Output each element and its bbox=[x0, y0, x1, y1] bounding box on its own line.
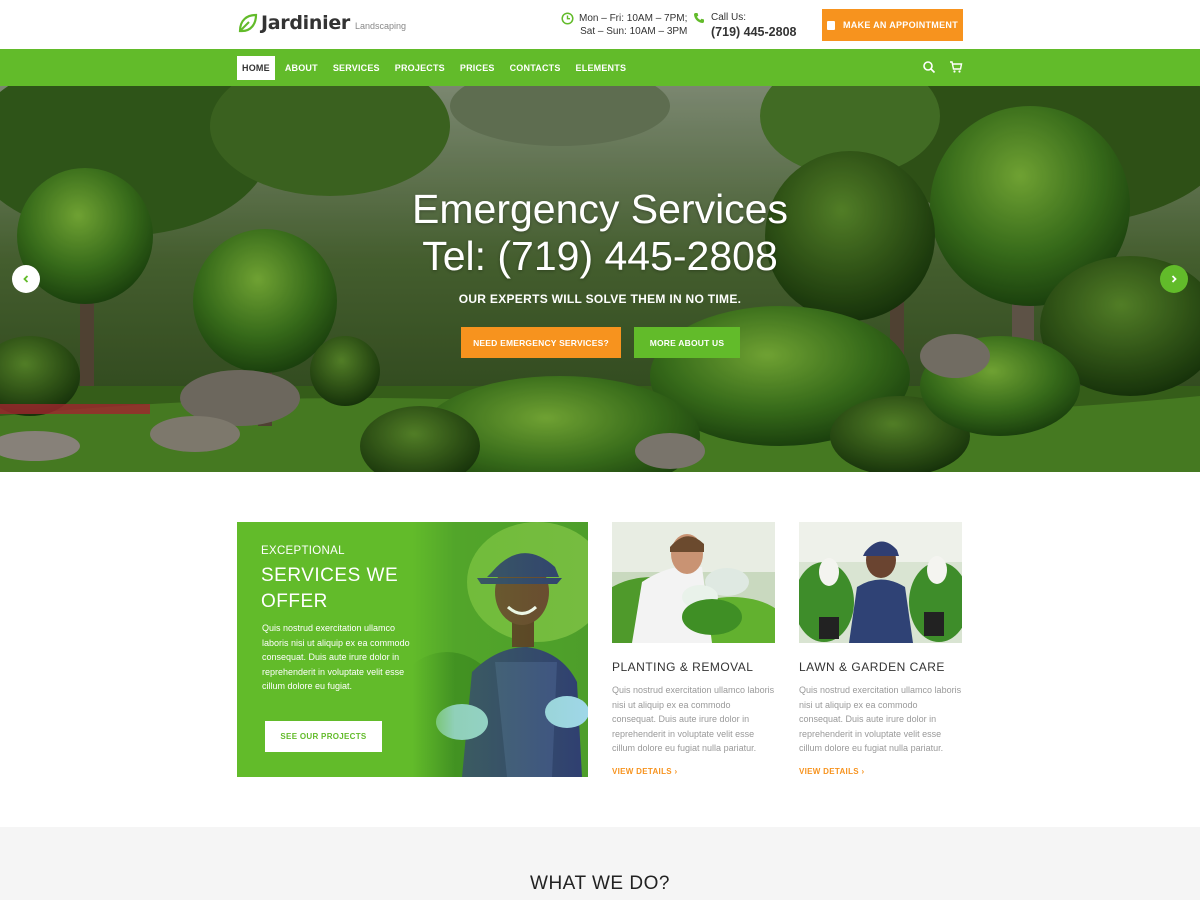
make-appointment-button[interactable]: MAKE AN APPOINTMENT bbox=[822, 9, 963, 41]
more-about-us-button[interactable]: MORE ABOUT US bbox=[634, 327, 740, 358]
top-header: Jardinier Landscaping Mon – Fri: 10AM – … bbox=[0, 0, 1200, 49]
logo-tagline: Landscaping bbox=[354, 21, 407, 31]
lawn-title: LAWN & GARDEN CARE bbox=[799, 660, 945, 674]
hero-title-line1: Emergency Services bbox=[412, 186, 788, 232]
hero-title: Emergency Services Tel: (719) 445-2808 bbox=[0, 186, 1200, 280]
promo-heading: SERVICES WE OFFER bbox=[261, 565, 399, 612]
lawn-description: Quis nostrud exercitation ullamco labori… bbox=[799, 685, 962, 753]
nav-item-contacts[interactable]: CONTACTS bbox=[505, 56, 566, 80]
nav-menu: HOME ABOUT SERVICES PROJECTS PRICES CONT… bbox=[237, 56, 636, 80]
hours-weekend: Sat – Sun: 10AM – 3PM bbox=[580, 26, 688, 37]
lawn-view-details-link[interactable]: VIEW DETAILS › bbox=[799, 767, 962, 776]
lawn-view-details-label: VIEW DETAILS bbox=[799, 766, 859, 776]
hero-slider: Emergency Services Tel: (719) 445-2808 O… bbox=[0, 86, 1200, 472]
what-we-do-section: WHAT WE DO? bbox=[0, 827, 1200, 900]
hours-text: Mon – Fri: 10AM – 7PM; Sat – Sun: 10AM –… bbox=[579, 12, 687, 38]
logo[interactable]: Jardinier Landscaping bbox=[237, 12, 406, 34]
nav-item-elements[interactable]: ELEMENTS bbox=[571, 56, 632, 80]
hero-subtitle: OUR EXPERTS WILL SOLVE THEM IN NO TIME. bbox=[458, 292, 742, 306]
chevron-right-icon: › bbox=[861, 766, 865, 776]
services-promo: EXCEPTIONAL SERVICES WE OFFER Quis nostr… bbox=[237, 522, 588, 777]
planting-title: PLANTING & REMOVAL bbox=[612, 660, 754, 674]
emergency-services-button[interactable]: NEED EMERGENCY SERVICES? bbox=[461, 327, 621, 358]
what-we-do-heading: WHAT WE DO? bbox=[530, 873, 670, 894]
planting-view-details-link[interactable]: VIEW DETAILS › bbox=[612, 767, 775, 776]
chevron-left-icon bbox=[23, 275, 29, 283]
nav-item-services[interactable]: SERVICES bbox=[328, 56, 385, 80]
nav-icons bbox=[909, 60, 963, 74]
make-appointment-label: MAKE AN APPOINTMENT bbox=[842, 20, 959, 30]
chevron-right-icon: › bbox=[674, 766, 678, 776]
planting-photo[interactable] bbox=[612, 522, 775, 643]
logo-name: Jardinier bbox=[261, 12, 350, 34]
hours-weekdays: Mon – Fri: 10AM – 7PM; bbox=[579, 13, 688, 24]
clock-icon bbox=[561, 12, 574, 25]
phone-icon bbox=[694, 13, 704, 23]
opening-hours: Mon – Fri: 10AM – 7PM; Sat – Sun: 10AM –… bbox=[561, 12, 687, 38]
promo-kicker: EXCEPTIONAL bbox=[261, 545, 345, 557]
planting-view-details-label: VIEW DETAILS bbox=[612, 766, 672, 776]
calendar-icon bbox=[826, 20, 835, 30]
slider-prev-button[interactable] bbox=[12, 265, 40, 293]
nav-item-prices[interactable]: PRICES bbox=[455, 56, 500, 80]
hero-title-line2: Tel: (719) 445-2808 bbox=[422, 233, 778, 279]
chevron-right-icon bbox=[1171, 275, 1177, 283]
call-number[interactable]: (719) 445-2808 bbox=[711, 24, 796, 40]
nav-item-about[interactable]: ABOUT bbox=[280, 56, 323, 80]
call-label: Call Us: bbox=[711, 12, 747, 23]
page: Jardinier Landscaping Mon – Fri: 10AM – … bbox=[0, 0, 1200, 900]
service-card-planting: PLANTING & REMOVAL Quis nostrud exercita… bbox=[612, 522, 775, 776]
nav-item-home[interactable]: HOME bbox=[237, 56, 275, 80]
slider-next-button[interactable] bbox=[1160, 265, 1188, 293]
call-us: Call Us: (719) 445-2808 bbox=[693, 12, 796, 40]
see-our-projects-button[interactable]: SEE OUR PROJECTS bbox=[265, 721, 382, 752]
planting-description: Quis nostrud exercitation ullamco labori… bbox=[612, 685, 775, 753]
search-icon[interactable] bbox=[922, 60, 936, 74]
lawn-garden-photo[interactable] bbox=[799, 522, 962, 643]
leaf-icon bbox=[238, 13, 258, 33]
promo-body: Quis nostrud exercitation ullamco labori… bbox=[262, 623, 410, 691]
nav-item-projects[interactable]: PROJECTS bbox=[390, 56, 450, 80]
service-card-lawn: LAWN & GARDEN CARE Quis nostrud exercita… bbox=[799, 522, 962, 776]
main-nav: HOME ABOUT SERVICES PROJECTS PRICES CONT… bbox=[0, 49, 1200, 86]
cart-icon[interactable] bbox=[949, 60, 963, 74]
